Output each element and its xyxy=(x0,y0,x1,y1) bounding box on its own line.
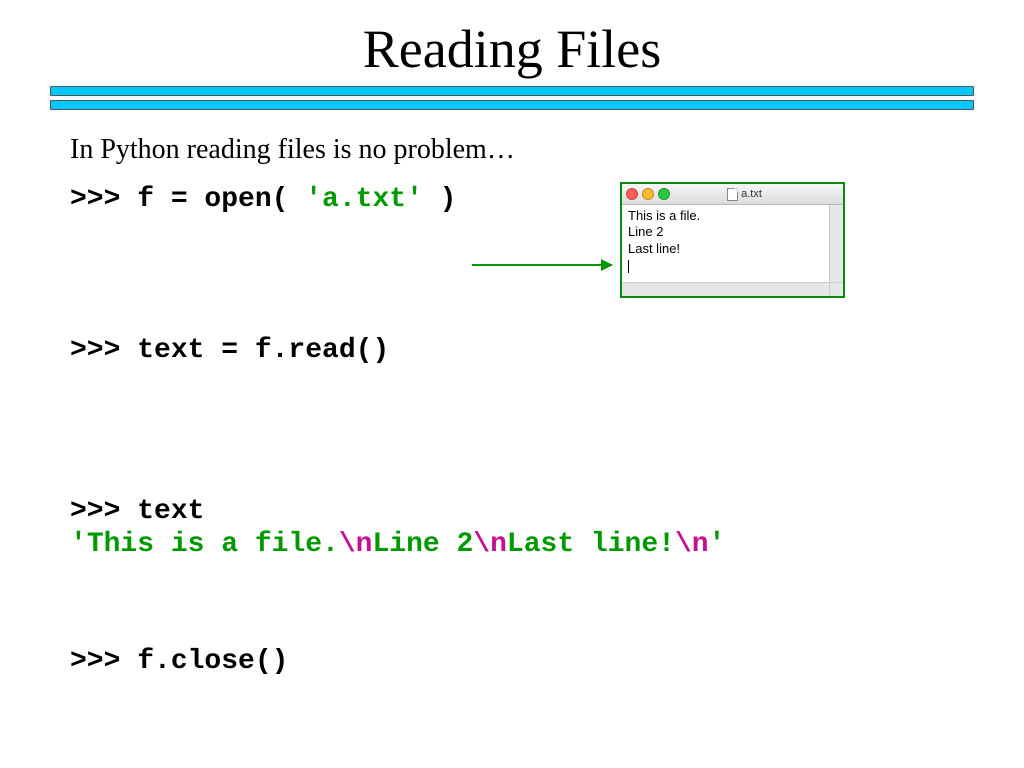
slide-title: Reading Files xyxy=(0,18,1024,80)
text-cursor xyxy=(628,260,629,273)
code-read-call: >>> text = f.read() xyxy=(70,335,954,366)
code-quote: ' xyxy=(709,529,726,560)
intro-text: In Python reading files is no problem… xyxy=(70,134,954,166)
file-line: This is a file. xyxy=(628,208,837,224)
window-filename: a.txt xyxy=(741,188,762,200)
resize-grip-icon[interactable] xyxy=(829,282,843,296)
divider-bar xyxy=(50,100,974,110)
window-titlebar: a.txt xyxy=(622,184,843,205)
document-icon xyxy=(727,188,738,201)
file-line: Line 2 xyxy=(628,224,837,240)
code-escape: \n xyxy=(339,529,373,560)
code-text: This is a file. xyxy=(87,529,339,560)
slide-content: In Python reading files is no problem… >… xyxy=(0,120,1024,677)
text-editor-window: a.txt This is a file. Line 2 Last line! xyxy=(620,182,845,298)
code-text: Last line! xyxy=(507,529,675,560)
code-repr-output: 'This is a file.\nLine 2\nLast line!\n' xyxy=(70,529,954,560)
slide: Reading Files In Python reading files is… xyxy=(0,18,1024,768)
code-text: ) xyxy=(423,184,457,215)
scrollbar-vertical[interactable] xyxy=(829,205,843,282)
window-title: a.txt xyxy=(650,188,839,201)
code-escape: \n xyxy=(473,529,507,560)
code-text: >>> f = open( xyxy=(70,184,305,215)
code-echo-var: >>> text xyxy=(70,496,954,527)
close-icon[interactable] xyxy=(626,188,638,200)
code-close-call: >>> f.close() xyxy=(70,646,954,677)
code-quote: ' xyxy=(70,529,87,560)
title-divider xyxy=(50,86,974,110)
code-string-literal: 'a.txt' xyxy=(305,184,423,215)
scrollbar-horizontal[interactable] xyxy=(622,282,830,296)
code-escape: \n xyxy=(675,529,709,560)
file-line: Last line! xyxy=(628,241,837,257)
arrow-icon xyxy=(472,264,612,266)
code-text: Line 2 xyxy=(372,529,473,560)
editor-body[interactable]: This is a file. Line 2 Last line! xyxy=(622,205,843,296)
divider-bar xyxy=(50,86,974,96)
